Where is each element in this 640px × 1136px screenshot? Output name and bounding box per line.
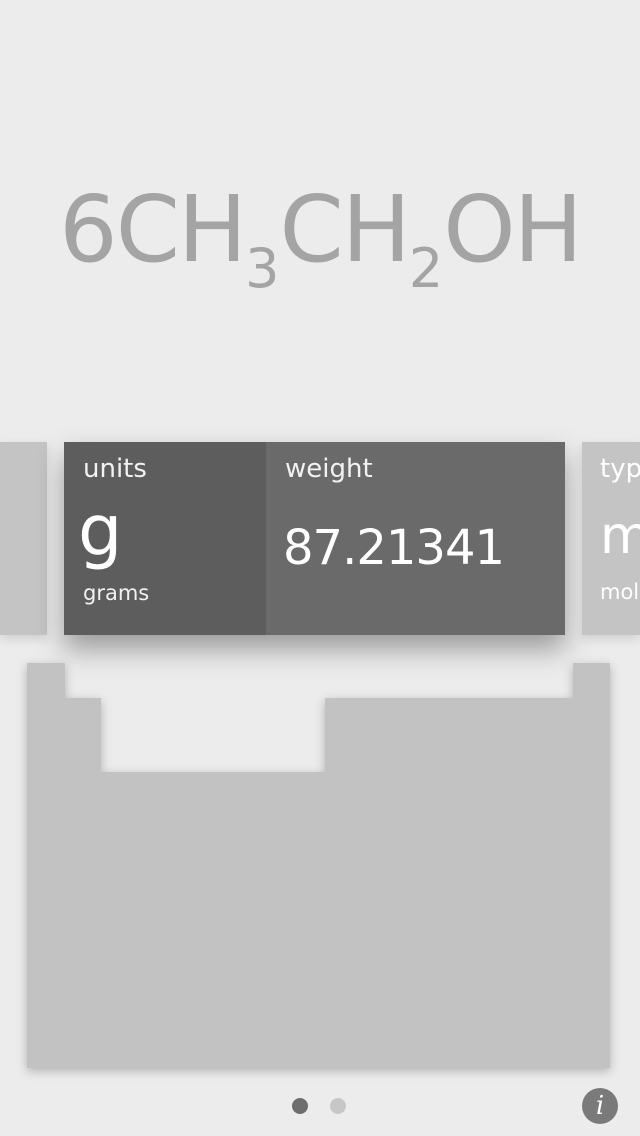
- previous-card[interactable]: [0, 442, 47, 635]
- formula-segment: 6CH: [59, 176, 247, 283]
- result-card[interactable]: units g grams weight 87.21341: [64, 442, 565, 635]
- periodic-table-keyboard[interactable]: [27, 663, 610, 1068]
- formula-subscript: 3: [245, 237, 280, 300]
- next-card[interactable]: typ m mole: [582, 442, 640, 635]
- info-icon[interactable]: i: [582, 1088, 618, 1124]
- next-card-name: mole: [600, 580, 640, 604]
- formula-segment: CH: [279, 176, 410, 283]
- weight-value: 87.21341: [283, 520, 505, 576]
- next-card-symbol: m: [600, 506, 640, 566]
- page-indicator-dot[interactable]: [330, 1098, 346, 1114]
- formula-subscript: 2: [408, 237, 444, 300]
- weight-label: weight: [285, 454, 373, 484]
- chemical-formula: 6CH3CH2OH: [0, 176, 640, 300]
- units-label: units: [83, 454, 147, 484]
- page-indicator-dot-active[interactable]: [292, 1098, 308, 1114]
- unit-symbol: g: [78, 490, 123, 572]
- unit-name: grams: [83, 581, 150, 605]
- formula-segment: OH: [443, 176, 583, 283]
- next-card-label: typ: [600, 454, 640, 484]
- units-selector[interactable]: units g grams: [64, 442, 266, 635]
